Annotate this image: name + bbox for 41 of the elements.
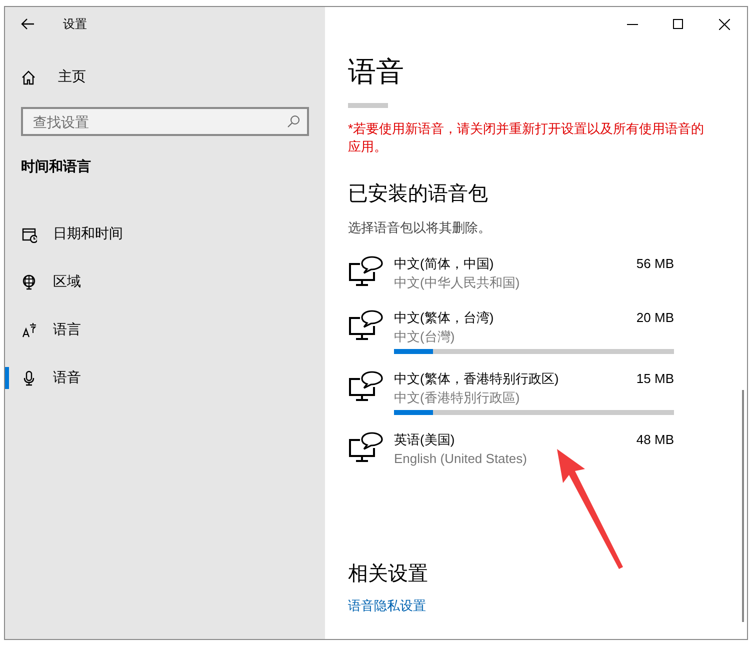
close-icon[interactable] — [718, 18, 730, 30]
section-heading: 已安装的语音包 — [348, 182, 489, 207]
back-icon[interactable] — [21, 18, 35, 30]
pack-size: 56 MB — [636, 255, 674, 273]
hint-text: 选择语音包以将其删除。 — [348, 219, 492, 237]
pack-size: 20 MB — [636, 309, 674, 327]
title-underline — [348, 103, 388, 108]
pack-name: 中文(繁体，台湾) — [394, 309, 494, 327]
pack-size: 48 MB — [636, 431, 674, 449]
nav-item[interactable]: 语音 — [5, 354, 325, 402]
nav-item[interactable]: 区域 — [5, 258, 325, 306]
page-title: 语音 — [348, 55, 405, 89]
privacy-link[interactable]: 语音隐私设置 — [348, 597, 426, 615]
home-item[interactable]: 主页 — [5, 41, 325, 93]
speech-monitor-icon — [348, 370, 384, 402]
language-icon — [21, 322, 37, 338]
section-heading: 时间和语言 — [20, 157, 92, 176]
nav-item[interactable]: 语言 — [5, 306, 325, 354]
pack-name: 中文(简体，中国) — [394, 255, 494, 273]
pack-subtitle: 中文(台灣) — [394, 328, 456, 346]
speech-monitor-icon — [348, 309, 384, 341]
search-field[interactable]: 查找设置 — [21, 107, 309, 136]
pack-size: 15 MB — [636, 370, 674, 388]
nav-item[interactable]: 日期和时间 — [5, 210, 325, 258]
maximize-icon[interactable] — [673, 19, 683, 29]
section-heading: 相关设置 — [348, 562, 429, 587]
pack-name: 中文(繁体，香港特别行政区) — [394, 370, 559, 388]
scrollbar[interactable] — [742, 390, 744, 622]
speech-monitor-icon — [348, 431, 384, 463]
speech-monitor-icon — [348, 255, 384, 287]
pack-name: 英语(美国) — [394, 431, 455, 449]
pack-subtitle: 中文(中华人民共和国) — [394, 274, 521, 292]
calendar-icon — [21, 226, 37, 242]
microphone-icon — [21, 370, 37, 386]
globe-icon — [21, 274, 37, 290]
pack-subtitle: 中文(香港特別行政區) — [394, 389, 521, 407]
warning-text: *若要使用新语音，请关闭并重新打开设置以及所有使用语音的应用。 — [348, 120, 706, 156]
window-title: 设置 — [63, 16, 87, 32]
home-icon — [21, 70, 36, 84]
search-icon — [287, 115, 300, 128]
pack-subtitle: English (United States) — [394, 450, 528, 468]
